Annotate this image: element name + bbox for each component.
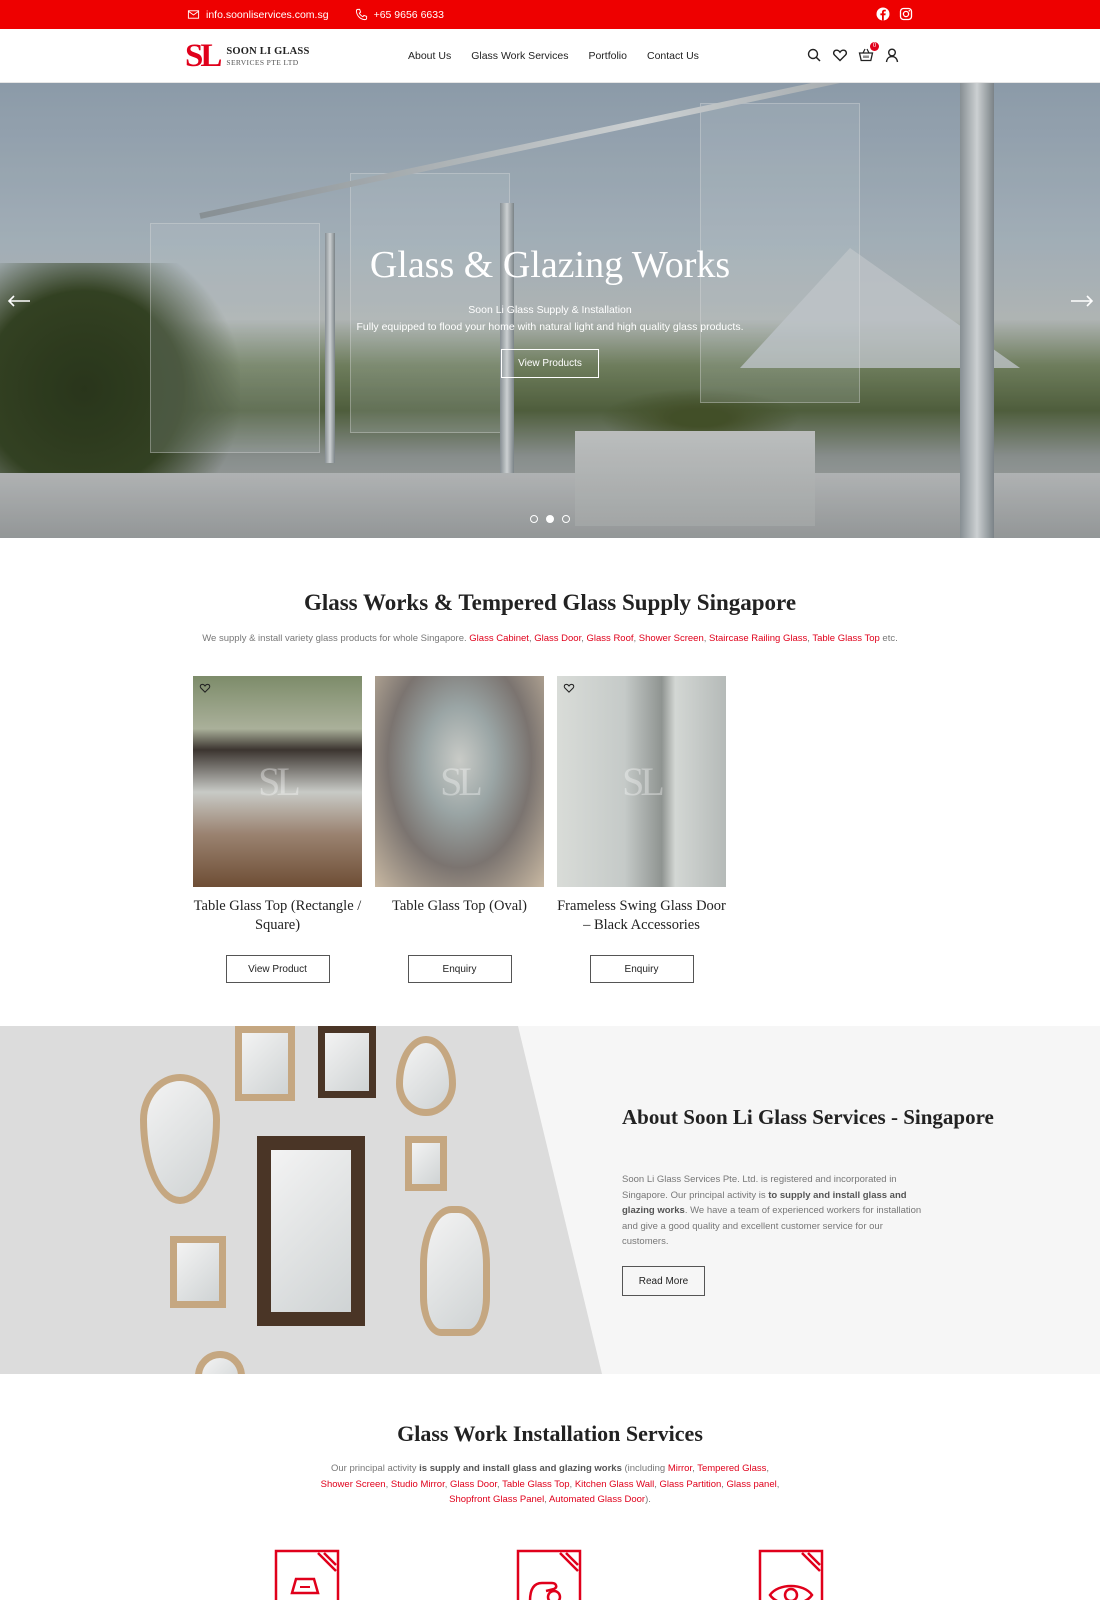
glass-design-icon <box>758 1549 824 1600</box>
logo-mark: SL <box>185 38 222 74</box>
facebook-icon[interactable] <box>876 7 890 21</box>
product-name[interactable]: Frameless Swing Glass Door – Black Acces… <box>557 897 726 941</box>
link-shower-screen[interactable]: Shower Screen <box>321 1479 386 1490</box>
product-image[interactable]: SL <box>557 676 726 887</box>
link-mirror[interactable]: Mirror <box>668 1463 692 1474</box>
arrow-left-icon[interactable] <box>7 295 31 307</box>
mirror-shape <box>318 1026 376 1098</box>
link-staircase-railing-glass[interactable]: Staircase Railing Glass <box>709 633 807 644</box>
logo-line2: SERVICES PTE LTD <box>226 58 299 67</box>
slider-dot[interactable] <box>530 515 538 523</box>
link-glass-door[interactable]: Glass Door <box>450 1479 497 1490</box>
product-name[interactable]: Table Glass Top (Rectangle / Square) <box>193 897 362 941</box>
link-tempered-glass[interactable]: Tempered Glass <box>697 1463 766 1474</box>
phone-icon <box>355 8 367 21</box>
link-shower-screen[interactable]: Shower Screen <box>639 633 704 644</box>
phone-link[interactable]: +65 9656 6633 <box>374 9 444 21</box>
nav-portfolio[interactable]: Portfolio <box>588 50 627 62</box>
arrow-right-icon[interactable] <box>1070 295 1094 307</box>
watermark-logo: SL <box>622 759 665 804</box>
installation-section-title: Glass Work Installation Services <box>397 1421 703 1446</box>
products-section-title: Glass Works & Tempered Glass Supply Sing… <box>303 590 797 615</box>
link-glass-roof[interactable]: Glass Roof <box>587 633 634 644</box>
mirror-shape <box>170 1236 226 1308</box>
watermark-logo: SL <box>258 759 301 804</box>
watermark-logo: SL <box>440 759 483 804</box>
mirror-shape <box>235 1026 295 1101</box>
link-glass-panel[interactable]: Glass panel <box>727 1479 777 1490</box>
product-name[interactable]: Table Glass Top (Oval) <box>375 897 544 941</box>
mirror-shape <box>420 1206 490 1336</box>
mail-icon <box>187 10 200 19</box>
slider-dot[interactable] <box>562 515 570 523</box>
top-bar: info.soonliservices.com.sg +65 9656 6633 <box>0 0 1100 29</box>
view-products-button[interactable]: View Products <box>501 349 599 378</box>
user-icon[interactable] <box>884 47 900 63</box>
desc-prefix: We supply & install variety glass produc… <box>202 633 467 644</box>
link-shopfront-glass-panel[interactable]: Shopfront Glass Panel <box>449 1494 544 1505</box>
mirror-shape <box>195 1351 245 1374</box>
about-description: Soon Li Glass Services Pte. Ltd. is regi… <box>622 1172 922 1250</box>
nav-about-us[interactable]: About Us <box>408 50 451 62</box>
hero-slider: Glass & Glazing Works Soon Li Glass Supp… <box>0 83 1100 538</box>
enquiry-button[interactable]: Enquiry <box>589 955 694 983</box>
install-desc-bold: is supply and install glass and glazing … <box>419 1463 622 1474</box>
link-glass-partition[interactable]: Glass Partition <box>659 1479 721 1490</box>
cart-count-badge: 0 <box>870 42 879 51</box>
mirror-shape <box>140 1074 220 1204</box>
wishlist-heart-icon[interactable] <box>199 682 211 694</box>
hero-subtitle: Soon Li Glass Supply & Installation <box>468 304 632 316</box>
about-title: About Soon Li Glass Services - Singapore <box>622 1105 994 1129</box>
search-icon[interactable] <box>806 47 822 63</box>
logo-line1: SOON LI GLASS <box>226 45 310 57</box>
mirror-shape <box>257 1136 365 1326</box>
link-studio-mirror[interactable]: Studio Mirror <box>391 1479 445 1490</box>
product-card: SL Table Glass Top (Rectangle / Square) … <box>193 676 362 983</box>
heart-icon[interactable] <box>832 47 848 63</box>
site-logo[interactable]: SL SOON LI GLASS SERVICES PTE LTD <box>185 40 310 73</box>
wishlist-heart-icon[interactable] <box>563 682 575 694</box>
mirror-shape <box>396 1036 456 1116</box>
link-automated-glass-door[interactable]: Automated Glass Door <box>549 1494 645 1505</box>
link-glass-door[interactable]: Glass Door <box>534 633 581 644</box>
slider-dot-active[interactable] <box>546 515 554 523</box>
main-nav: About Us Glass Work Services Portfolio C… <box>408 29 699 83</box>
products-section-description: We supply & install variety glass produc… <box>202 633 898 644</box>
nav-contact-us[interactable]: Contact Us <box>647 50 699 62</box>
product-card: SL Frameless Swing Glass Door – Black Ac… <box>557 676 726 983</box>
contact-info: info.soonliservices.com.sg +65 9656 6633 <box>187 0 444 29</box>
slider-dots <box>530 515 570 523</box>
email-link[interactable]: info.soonliservices.com.sg <box>206 9 329 21</box>
product-image[interactable]: SL <box>193 676 362 887</box>
link-table-glass-top[interactable]: Table Glass Top <box>502 1479 569 1490</box>
view-product-button[interactable]: View Product <box>225 955 330 983</box>
instagram-icon[interactable] <box>899 7 913 21</box>
glass-supply-icon <box>274 1549 340 1600</box>
glass-install-icon <box>516 1549 582 1600</box>
cart-button[interactable]: 0 <box>858 42 879 63</box>
read-more-button[interactable]: Read More <box>622 1266 705 1296</box>
link-table-glass-top[interactable]: Table Glass Top <box>812 633 879 644</box>
about-section: About Soon Li Glass Services - Singapore… <box>0 1026 1100 1374</box>
header-icons: 0 <box>806 42 900 63</box>
logo-text: SOON LI GLASS SERVICES PTE LTD <box>226 45 310 67</box>
installation-description: Our principal activity is supply and ins… <box>320 1463 780 1505</box>
link-glass-cabinet[interactable]: Glass Cabinet <box>469 633 529 644</box>
hero-tagline: Fully equipped to flood your home with n… <box>356 321 744 333</box>
desc-suffix: etc. <box>882 633 898 644</box>
enquiry-button[interactable]: Enquiry <box>407 955 512 983</box>
nav-glass-work-services[interactable]: Glass Work Services <box>471 50 568 62</box>
about-image-mirrors <box>0 1026 602 1374</box>
link-kitchen-glass-wall[interactable]: Kitchen Glass Wall <box>575 1479 654 1490</box>
install-desc-prefix: Our principal activity <box>330 1463 420 1474</box>
main-header: SL SOON LI GLASS SERVICES PTE LTD About … <box>0 29 1100 83</box>
product-image[interactable]: SL <box>375 676 544 887</box>
social-links <box>876 7 913 21</box>
product-card: SL Table Glass Top (Oval) Enquiry <box>375 676 544 983</box>
hero-title: Glass & Glazing Works <box>369 244 731 286</box>
install-desc-mid: (including <box>621 1463 668 1474</box>
mirror-shape <box>405 1136 447 1191</box>
install-desc-suffix: ). <box>645 1494 651 1505</box>
